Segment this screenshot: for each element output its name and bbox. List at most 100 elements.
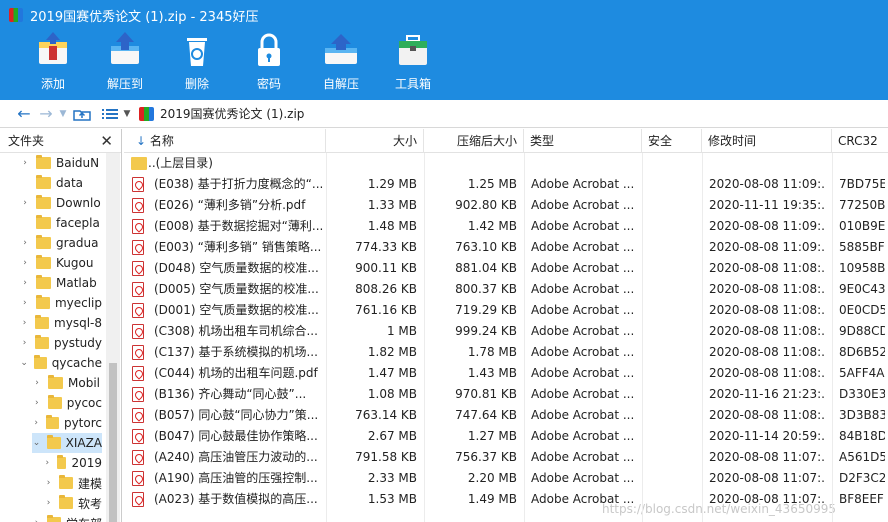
expand-arrow-icon[interactable]: › (20, 238, 30, 248)
extract-to-button[interactable]: 解压到 (93, 30, 157, 98)
expand-arrow-icon[interactable]: › (32, 518, 41, 522)
tree-item[interactable]: › 建模 (44, 473, 102, 493)
tree-item[interactable]: ⌄ qycache (20, 353, 102, 373)
tree-item[interactable]: › pystudy (20, 333, 102, 353)
file-size: 1.33 MB (367, 198, 417, 212)
file-row[interactable]: (B057) 同心鼓“同心协力”策... 763.14 KB 747.64 KB Ad… (124, 405, 888, 426)
view-list-icon[interactable] (99, 103, 121, 125)
expand-arrow-icon[interactable]: › (32, 378, 42, 388)
app-logo-icon (9, 8, 23, 22)
file-size: 761.16 KB (355, 303, 417, 317)
expand-arrow-icon[interactable]: › (44, 498, 53, 508)
tree-item[interactable]: ⌄ XIAZA (32, 433, 102, 453)
expand-arrow-icon[interactable]: › (20, 198, 30, 208)
tree-item[interactable]: facepla (20, 213, 102, 233)
file-name: (E038) 基于打折力度概念的“... (154, 177, 324, 191)
file-packed-size: 970.81 KB (455, 387, 517, 401)
column-header[interactable]: CRC32 (832, 129, 888, 153)
pdf-file-icon (132, 471, 144, 486)
tree-item[interactable]: › Matlab (20, 273, 102, 293)
file-row[interactable]: (B047) 同心鼓最佳协作策略... 2.67 MB 1.27 MB Adobe A… (124, 426, 888, 447)
pdf-file-icon (132, 492, 144, 507)
tree-item[interactable]: › myeclip (20, 293, 102, 313)
file-size: 2.67 MB (367, 429, 417, 443)
file-row[interactable]: (E008) 基于数据挖掘对“薄利... 1.48 MB 1.42 MB Adobe … (124, 216, 888, 237)
password-button[interactable]: 密码 (237, 30, 301, 98)
column-header[interactable]: 压缩后大小 (424, 129, 524, 153)
expand-arrow-icon[interactable]: › (32, 418, 40, 428)
scrollbar-thumb[interactable] (109, 363, 117, 522)
file-type: Adobe Acrobat ... (531, 429, 635, 443)
file-row[interactable]: (C044) 机场的出租车问题.pdf 1.47 MB 1.43 MB Adobe A… (124, 363, 888, 384)
expand-arrow-icon[interactable]: › (44, 458, 51, 468)
file-row[interactable]: (D005) 空气质量数据的校准... 808.26 KB 800.37 KB Ado… (124, 279, 888, 300)
up-folder-icon[interactable] (71, 103, 93, 125)
folder-pane-scrollbar[interactable] (106, 153, 120, 522)
file-row[interactable]: (E003) “薄利多销” 销售策略... 774.33 KB 763.10 KB A… (124, 237, 888, 258)
column-header[interactable]: 大小 (326, 129, 424, 153)
tree-item[interactable]: › Mobil (32, 373, 102, 393)
expand-arrow-icon[interactable]: › (20, 258, 30, 268)
column-header[interactable]: 类型 (524, 129, 642, 153)
close-icon[interactable]: ✕ (100, 132, 113, 150)
self-extract-button[interactable]: 自解压 (309, 30, 373, 98)
file-modified-time: 2020-08-08 11:08:... (709, 261, 825, 275)
expand-arrow-icon[interactable]: › (20, 298, 30, 308)
file-modified-time: 2020-08-08 11:09:... (709, 177, 825, 191)
column-header-label: 安全 (648, 134, 673, 148)
column-header[interactable]: ↓ 名称 (124, 129, 326, 153)
file-type: Adobe Acrobat ... (531, 303, 635, 317)
pdf-file-icon (132, 282, 144, 297)
file-row[interactable]: (A240) 高压油管压力波动的... 791.58 KB 756.37 KB Ado… (124, 447, 888, 468)
file-modified-time: 2020-08-08 11:08:... (709, 345, 825, 359)
expand-arrow-icon[interactable]: ⌄ (32, 438, 41, 448)
file-row[interactable]: (D048) 空气质量数据的校准... 900.11 KB 881.04 KB Ado… (124, 258, 888, 279)
tree-item[interactable]: › BaiduN (20, 153, 102, 173)
file-name: (D048) 空气质量数据的校准... (154, 261, 319, 275)
tree-item[interactable]: › 软考 (44, 493, 102, 513)
file-row[interactable]: (B136) 齐心舞动“同心鼓”... 1.08 MB 970.81 KB Adobe… (124, 384, 888, 405)
back-arrow-icon[interactable]: ← (13, 103, 35, 125)
file-row[interactable]: (E038) 基于打折力度概念的“... 1.29 MB 1.25 MB Adobe … (124, 174, 888, 195)
add-button[interactable]: 添加 (21, 30, 85, 98)
tree-item[interactable]: › pytorc (32, 413, 102, 433)
column-header[interactable]: 修改时间 (702, 129, 832, 153)
expand-arrow-icon[interactable]: ⌄ (20, 358, 28, 368)
tree-item-label: 软考 (77, 496, 102, 511)
parent-directory-row[interactable]: ..(上层目录) (124, 153, 888, 174)
file-row[interactable]: (D001) 空气质量数据的校准... 761.16 KB 719.29 KB Ado… (124, 300, 888, 321)
tree-item[interactable]: › Kugou (20, 253, 102, 273)
address-path[interactable]: 2019国赛优秀论文 (1).zip (139, 105, 304, 122)
file-crc32: D2F3C2 (839, 471, 885, 485)
tree-item[interactable]: › Downlo (20, 193, 102, 213)
folder-icon (46, 415, 59, 429)
file-row[interactable]: (C308) 机场出租车司机综合... 1 MB 999.24 KB Adobe Ac… (124, 321, 888, 342)
view-dropdown-icon[interactable]: ▼ (121, 103, 133, 125)
tree-item[interactable]: data (20, 173, 102, 193)
history-dropdown-icon[interactable]: ▼ (57, 103, 69, 125)
expand-arrow-icon[interactable]: › (20, 278, 30, 288)
column-header[interactable]: 安全 (642, 129, 702, 153)
expand-arrow-icon[interactable]: › (20, 318, 29, 328)
file-row[interactable]: (A190) 高压油管的压强控制... 2.33 MB 2.20 MB Adobe A… (124, 468, 888, 489)
tree-item-label: facepla (56, 216, 100, 230)
tree-item[interactable]: › mysql-8 (20, 313, 102, 333)
file-row[interactable]: (E026) “薄利多销”分析.pdf 1.33 MB 902.80 KB Adobe… (124, 195, 888, 216)
tree-item[interactable]: › gradua (20, 233, 102, 253)
tree-item[interactable]: › 学车部 (32, 513, 102, 522)
file-type: Adobe Acrobat ... (531, 366, 635, 380)
delete-button[interactable]: 删除 (165, 30, 229, 98)
file-row[interactable]: (C137) 基于系统模拟的机场... 1.82 MB 1.78 MB Adobe A… (124, 342, 888, 363)
file-list-header: ↓ 名称 大小 压缩后大小 类型 安全 修改时间 CRC32 (124, 129, 888, 153)
expand-arrow-icon[interactable]: › (44, 478, 53, 488)
toolbox-button[interactable]: 工具箱 (381, 30, 445, 98)
tree-item[interactable]: › pycoc (32, 393, 102, 413)
tree-item[interactable]: › 2019 (44, 453, 102, 473)
file-name: (B057) 同心鼓“同心协力”策... (154, 408, 319, 422)
expand-arrow-icon[interactable]: › (32, 398, 42, 408)
forward-arrow-icon[interactable]: → (35, 103, 57, 125)
expand-arrow-icon[interactable]: › (20, 338, 29, 348)
pdf-file-icon (132, 303, 144, 318)
file-size: 1.47 MB (367, 366, 417, 380)
expand-arrow-icon[interactable]: › (20, 158, 30, 168)
